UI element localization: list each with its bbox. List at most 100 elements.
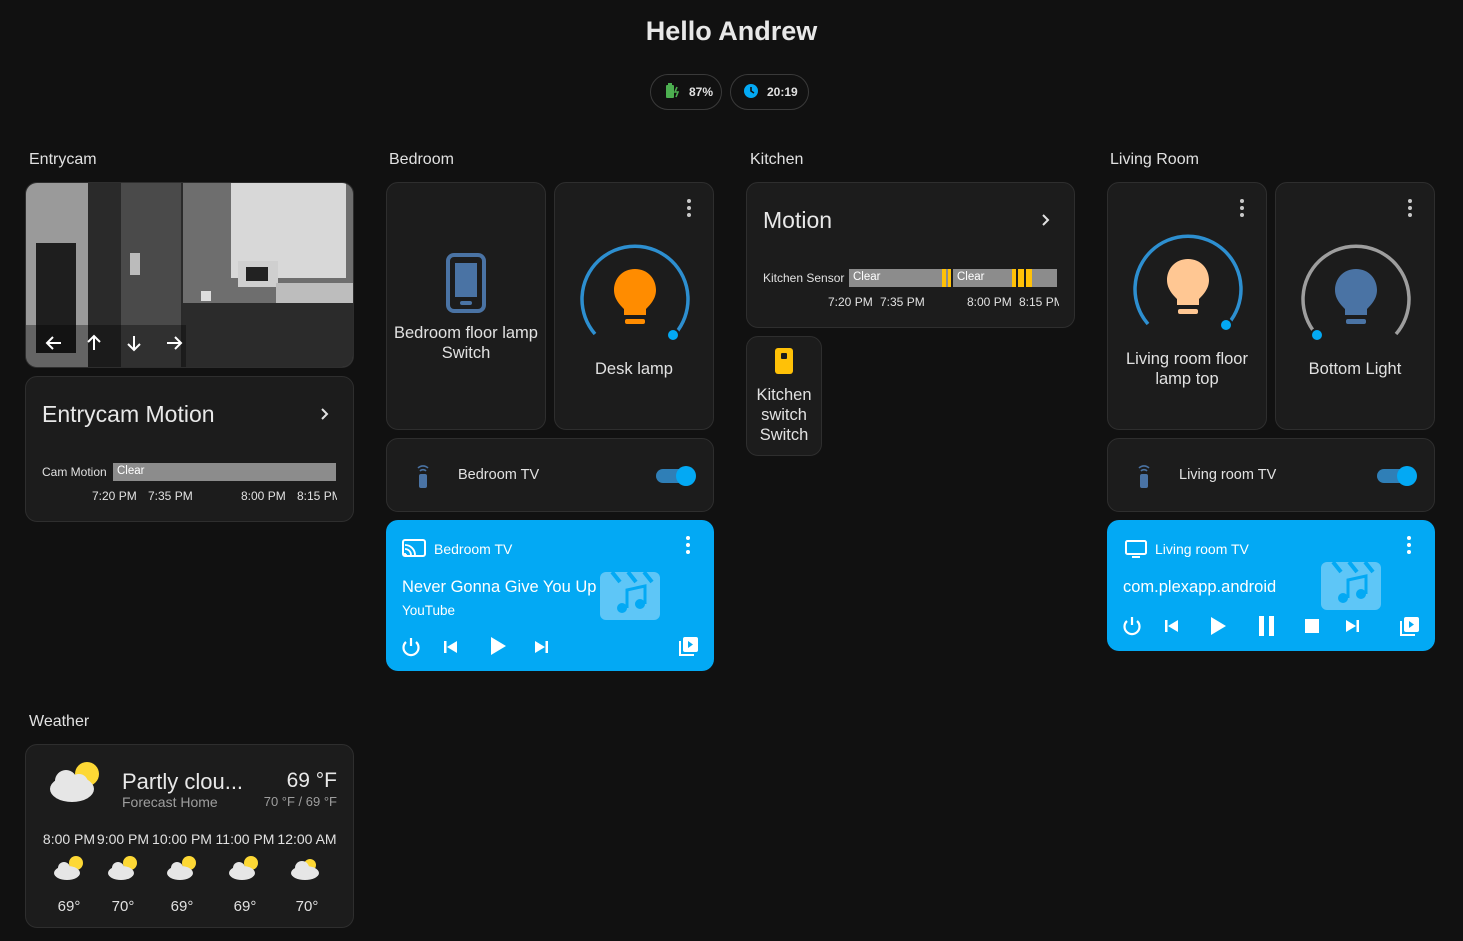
desk-lamp-tile[interactable]: Desk lamp: [554, 182, 714, 430]
cast-icon: [402, 539, 426, 562]
history-bar[interactable]: Clear: [849, 269, 942, 287]
time-value: 20:19: [767, 85, 798, 99]
time-tick: 7:35 PM: [880, 295, 925, 309]
entrycam-motion-card[interactable]: Entrycam Motion Cam Motion Clear 7:20 PM…: [25, 376, 354, 522]
bedroom-floor-lamp-switch-tile[interactable]: Bedroom floor lamp Switch: [386, 182, 546, 430]
living-room-floor-lamp-tile[interactable]: Living room floor lamp top: [1107, 182, 1267, 430]
more-options-icon[interactable]: [687, 199, 691, 217]
media-title: Never Gonna Give You Up: [402, 578, 597, 596]
living-room-tv-media-player[interactable]: Living room TV com.plexapp.android: [1107, 520, 1435, 651]
more-options-icon[interactable]: [1408, 199, 1412, 217]
time-tick: 8:15 PM: [297, 489, 337, 503]
bedroom-tv-toggle[interactable]: [656, 466, 696, 486]
history-state: Clear: [117, 465, 145, 477]
media-title: com.plexapp.android: [1123, 578, 1277, 596]
play-icon[interactable]: [486, 634, 510, 663]
time-tick: 8:00 PM: [967, 295, 1012, 309]
camera-feed[interactable]: [25, 182, 354, 368]
current-temperature: 69 °F: [286, 769, 337, 792]
kitchen-motion-card[interactable]: Motion Kitchen Sensor Clear Clear 7:20 P…: [746, 182, 1075, 328]
arrow-right-icon[interactable]: [164, 333, 184, 358]
motion-detected-segment[interactable]: [1018, 269, 1024, 287]
chevron-right-icon[interactable]: [318, 406, 332, 427]
media-browse-icon[interactable]: [678, 635, 700, 662]
forecast-item: 11:00 PM: [214, 831, 276, 847]
forecast-temp: 69°: [170, 898, 194, 915]
forecast-item: 10:00 PM: [150, 831, 214, 847]
forecast-temp: 69°: [233, 898, 257, 915]
time-badge[interactable]: 20:19: [730, 74, 809, 110]
media-browse-icon[interactable]: [1399, 615, 1421, 642]
skip-next-icon[interactable]: [532, 638, 550, 661]
play-icon[interactable]: [1206, 614, 1230, 643]
living-room-tv-row[interactable]: Living room TV: [1107, 438, 1435, 512]
light-switch-icon: [774, 347, 794, 380]
tile-name: Desk lamp: [595, 360, 673, 378]
skip-previous-icon[interactable]: [442, 638, 460, 661]
more-options-icon[interactable]: [1407, 536, 1411, 554]
stop-icon[interactable]: [1304, 618, 1320, 639]
forecast-item: 9:00 PM: [96, 831, 150, 847]
battery-badge[interactable]: 87%: [650, 74, 722, 110]
history-bar[interactable]: [1032, 269, 1057, 287]
motion-detected-segment[interactable]: [1012, 269, 1016, 287]
tile-name: Kitchen switch Switch: [756, 386, 812, 444]
entity-name: Bedroom TV: [458, 467, 540, 483]
living-room-tv-toggle[interactable]: [1377, 466, 1417, 486]
lightbulb-icon: [1165, 257, 1211, 324]
media-app: YouTube: [402, 603, 456, 618]
time-tick: 7:20 PM: [828, 295, 873, 309]
card-title: Motion: [763, 207, 833, 233]
power-icon[interactable]: [400, 636, 422, 663]
skip-previous-icon[interactable]: [1163, 617, 1181, 640]
bedroom-tv-media-player[interactable]: Bedroom TV Never Gonna Give You Up YouTu…: [386, 520, 714, 671]
more-options-icon[interactable]: [1240, 199, 1244, 217]
weather-card[interactable]: Partly clou... Forecast Home 69 °F 70 °F…: [25, 744, 354, 928]
tile-name: Living room floor lamp top: [1126, 350, 1248, 388]
temperature-range: 70 °F / 69 °F: [263, 794, 337, 809]
history-bar[interactable]: Clear: [953, 269, 1012, 287]
weather-location: Forecast Home: [122, 794, 218, 810]
history-state: Clear: [853, 271, 881, 283]
arrow-up-icon[interactable]: [84, 333, 104, 358]
entity-name: Living room TV: [1179, 467, 1277, 483]
remote-icon: [415, 463, 431, 494]
arrow-down-icon[interactable]: [124, 333, 144, 358]
history-row-label: Cam Motion: [42, 465, 107, 479]
forecast-temp: 70°: [111, 898, 135, 915]
battery-charging-icon: [663, 82, 681, 103]
partly-cloudy-icon: [165, 855, 199, 886]
pause-icon[interactable]: [1255, 614, 1279, 643]
kitchen-switch-tile[interactable]: Kitchen switch Switch: [746, 336, 822, 456]
forecast-time: 9:00 PM: [96, 831, 150, 847]
forecast-item: 8:00 PM: [42, 831, 96, 847]
forecast-item: 12:00 AM: [276, 831, 338, 847]
music-video-icon: [1319, 560, 1383, 617]
power-icon[interactable]: [1121, 615, 1143, 642]
lightbulb-icon: [612, 267, 658, 334]
weather-condition: Partly clou...: [122, 769, 244, 794]
motion-detected-segment[interactable]: [948, 269, 951, 287]
time-tick: 8:00 PM: [241, 489, 286, 503]
time-tick: 7:20 PM: [92, 489, 137, 503]
history-bar[interactable]: Clear: [113, 463, 336, 481]
section-title-kitchen: Kitchen: [750, 151, 804, 168]
chevron-right-icon[interactable]: [1039, 212, 1053, 233]
card-title: Entrycam Motion: [42, 401, 215, 427]
music-video-icon: [598, 570, 662, 627]
arrow-left-icon[interactable]: [44, 333, 64, 358]
section-title-bedroom: Bedroom: [389, 151, 454, 168]
tile-name: Bottom Light: [1308, 360, 1402, 378]
clock-icon: [743, 83, 759, 102]
more-options-icon[interactable]: [686, 536, 690, 554]
forecast-time: 10:00 PM: [152, 831, 212, 847]
forecast-temp: 70°: [295, 898, 319, 915]
partly-cloudy-icon: [52, 855, 86, 886]
bedroom-tv-row[interactable]: Bedroom TV: [386, 438, 714, 512]
bottom-light-tile[interactable]: Bottom Light: [1275, 182, 1435, 430]
cloudy-icon: [288, 855, 322, 886]
history-row-label: Kitchen Sensor: [763, 271, 845, 285]
skip-next-icon[interactable]: [1343, 617, 1361, 640]
partly-cloudy-icon: [46, 759, 104, 810]
player-name: Living room TV: [1155, 541, 1249, 557]
